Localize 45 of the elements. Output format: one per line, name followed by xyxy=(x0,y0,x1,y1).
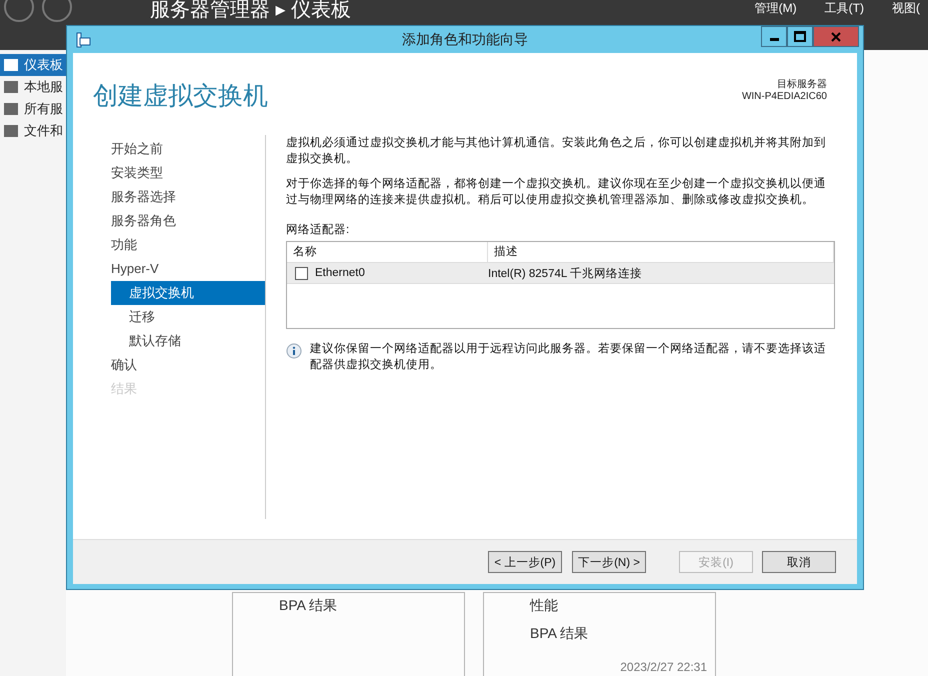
wizard-icon xyxy=(75,32,91,48)
wizard-step[interactable]: 开始之前 xyxy=(111,137,265,161)
wizard-step[interactable]: 服务器角色 xyxy=(111,209,265,233)
sidebar-item[interactable]: 所有服 xyxy=(0,98,66,120)
dialog-button[interactable]: 下一步(N) > xyxy=(572,551,646,573)
sidebar-item[interactable]: 仪表板 xyxy=(0,54,66,76)
table-cell-text: Intel(R) 82574L 千兆网络连接 xyxy=(487,266,644,280)
close-button[interactable] xyxy=(813,26,859,47)
minimize-icon xyxy=(770,38,778,41)
wizard-step[interactable]: 服务器选择 xyxy=(111,185,265,209)
checkbox[interactable] xyxy=(295,266,308,280)
column-header[interactable]: 名称 xyxy=(287,242,488,262)
minimize-button[interactable] xyxy=(761,26,787,47)
close-icon xyxy=(831,32,841,42)
target-server-label: 目标服务器 xyxy=(776,79,827,91)
wizard-step[interactable]: Hyper-V xyxy=(111,257,265,281)
description-text: 虚拟机必须通过虚拟交换机才能与其他计算机通信。安装此角色之后，你可以创建虚拟机并将其附加到虚拟交换机。 xyxy=(286,135,827,167)
wizard-step[interactable]: 迁移 xyxy=(111,305,265,329)
wizard-step[interactable]: 虚拟交换机 xyxy=(111,281,265,305)
sidebar-item[interactable]: 文件和 xyxy=(0,120,66,142)
dialog-button[interactable]: < 上一步(P) xyxy=(488,551,562,573)
tile-link[interactable]: BPA 结果 xyxy=(279,597,464,615)
sidebar-item[interactable]: 本地服 xyxy=(0,76,66,98)
maximize-icon xyxy=(794,31,806,42)
column-header[interactable]: 描述 xyxy=(488,242,834,262)
info-icon xyxy=(286,343,302,359)
wizard-step[interactable]: 默认存储 xyxy=(111,329,265,353)
info-text: 建议你保留一个网络适配器以用于远程访问此服务器。若要保留一个网络适配器，请不要选择该适配器供虚拟交换机使用。 xyxy=(310,341,827,373)
tile-link[interactable]: BPA 结果 xyxy=(530,625,715,643)
wizard-step[interactable]: 确认 xyxy=(111,353,265,377)
menu-item[interactable]: 视图( xyxy=(892,0,920,17)
description-text: 对于你选择的每个网络适配器，都将创建一个虚拟交换机。建议你现在至少创建一个虚拟交换机以便通过与物理网络的连接来提供虚拟机。稍后可以使用虚拟交换机管理器添加、删除或修改虚拟交换机。 xyxy=(286,176,827,208)
menu-item[interactable]: 工具(T) xyxy=(824,0,864,17)
wizard-step[interactable]: 安装类型 xyxy=(111,161,265,185)
menu-item[interactable]: 管理(M) xyxy=(754,0,797,17)
table-label: 网络适配器: xyxy=(286,222,350,237)
timestamp: 2023/2/27 22:31 xyxy=(620,660,707,674)
tile-link[interactable]: 性能 xyxy=(530,597,715,615)
table-cell: Ethernet0 xyxy=(315,267,365,279)
wizard-step[interactable]: 功能 xyxy=(111,233,265,257)
window-title: 添加角色和功能向导 xyxy=(402,30,528,48)
maximize-button[interactable] xyxy=(787,26,813,47)
page-heading: 创建虚拟交换机 xyxy=(93,81,268,112)
target-server-name: WIN-P4EDIA2IC60 xyxy=(742,91,827,103)
dialog-button[interactable]: 取消 xyxy=(762,551,836,573)
